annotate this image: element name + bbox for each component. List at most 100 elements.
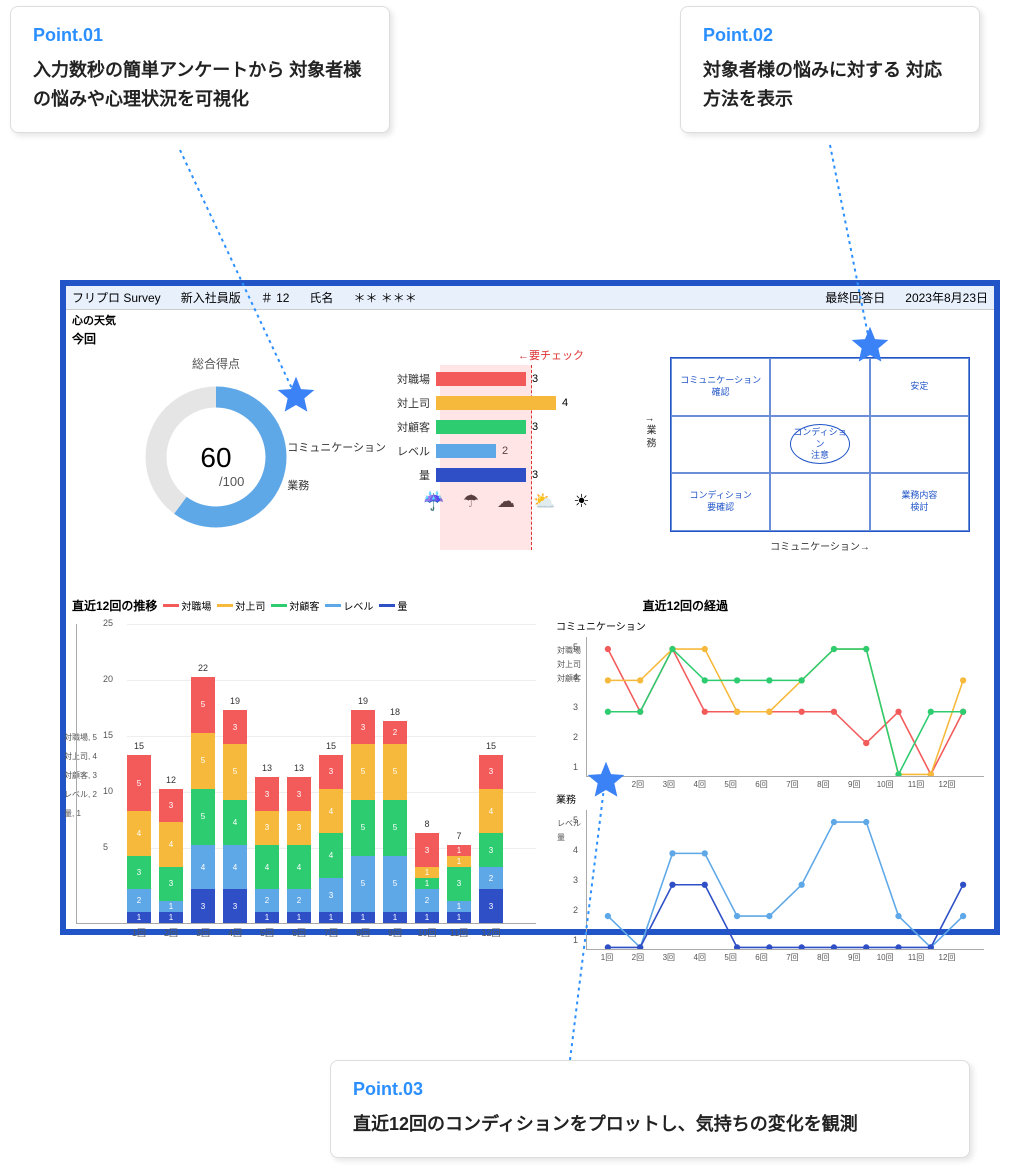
matrix-chart: ↑ 業 務 コミュニケーション確認安定コンディション注意コンディション要確認業務… (646, 347, 994, 597)
point-02-label: Point.02 (703, 25, 957, 46)
hbar-bar (436, 396, 556, 410)
hbar-row: 対顧客 3 (366, 419, 646, 435)
point-03-label: Point.03 (353, 1079, 947, 1100)
stacked-seg: 4 (127, 811, 151, 856)
stacked-total: 12 (166, 775, 176, 785)
gauge-title: 総合得点 (66, 355, 366, 372)
hbar-bar (436, 420, 526, 434)
stacked-seg: 1 (383, 912, 407, 923)
stacked-seg: 3 (159, 867, 183, 901)
stacked-seg: 1 (415, 912, 439, 923)
hbar-value: 3 (532, 469, 538, 481)
stacked-total: 13 (262, 763, 272, 773)
stacked-seg: 5 (383, 800, 407, 856)
point-01-label: Point.01 (33, 25, 367, 46)
check-label: ←要チェック (456, 347, 646, 363)
stacked-xlabel: 7回 (324, 926, 338, 939)
stacked-seg: 5 (127, 755, 151, 811)
stacked-seg: 3 (479, 889, 503, 923)
stacked-seg: 4 (191, 845, 215, 890)
stacked-col: 12113 8 10回 (415, 833, 439, 923)
stacked-seg: 5 (383, 856, 407, 912)
stacked-seg: 3 (319, 878, 343, 912)
hbar-row: 量 3 (366, 467, 646, 483)
stacked-total: 15 (134, 741, 144, 751)
legend-item: レベル (325, 598, 373, 613)
hbar-value: 3 (532, 421, 538, 433)
legend-item: 量 (379, 598, 407, 613)
stacked-seg: 2 (383, 721, 407, 743)
stacked-seg: 1 (447, 901, 471, 912)
hbar-value: 3 (532, 373, 538, 385)
name-label: 氏名 (309, 289, 333, 306)
stacked-seg: 1 (159, 901, 183, 912)
date-value: 2023年8月23日 (905, 289, 988, 306)
stacked-xlabel: 2回 (164, 926, 178, 939)
trend-title: 直近12回の推移 (66, 597, 163, 614)
progress-title: 直近12回の経過 (637, 597, 734, 614)
hbar-label: 対顧客 (366, 419, 436, 435)
mini-legend: 量 (557, 832, 565, 843)
stacked-xlabel: 10回 (417, 926, 436, 939)
stacked-col: 12433 13 6回 (287, 777, 311, 923)
legend-item: 対顧客 (271, 598, 319, 613)
callout-point-03: Point.03 直近12回のコンディションをプロットし、気持ちの変化を観測 (330, 1060, 970, 1158)
matrix-y-axis: ↑ 業 務 (642, 417, 657, 448)
stacked-col: 34453 19 4回 (223, 710, 247, 923)
stacked-total: 15 (326, 741, 336, 751)
comm-line-chart: 123451回2回3回4回5回6回7回8回9回10回11回12回対職場対上司対顧… (586, 637, 984, 777)
stacked-seg: 4 (319, 789, 343, 834)
star-icon (586, 760, 626, 800)
stacked-seg: 1 (447, 845, 471, 856)
stacked-seg: 2 (479, 867, 503, 889)
stacked-seg: 4 (319, 833, 343, 878)
stacked-seg: 1 (319, 912, 343, 923)
point-02-text: 対象者様の悩みに対する 対応方法を表示 (703, 56, 957, 114)
stacked-seg: 5 (223, 744, 247, 800)
gauge-denom: /100 (219, 474, 244, 489)
stacked-xlabel: 8回 (356, 926, 370, 939)
stacked-seg: 3 (447, 867, 471, 901)
stacked-seg: 1 (415, 867, 439, 878)
stacked-col: 34555 22 3回 (191, 677, 215, 923)
dashboard-panel: フリプロ Survey 新入社員版 ＃ 12 氏名 ＊＊ ＊＊＊ 最終回答日 2… (60, 280, 1000, 935)
edition: 新入社員版 (181, 289, 241, 306)
stacked-xlabel: 12回 (481, 926, 500, 939)
stacked-seg: 4 (223, 845, 247, 890)
stacked-xlabel: 6回 (292, 926, 306, 939)
stacked-col: 11343 12 2回 (159, 789, 183, 923)
gauge-value: 60 (200, 442, 231, 473)
stacked-seg: 3 (351, 710, 375, 744)
star-icon (850, 325, 890, 365)
matrix-cell (870, 416, 969, 474)
stacked-total: 22 (198, 663, 208, 673)
stacked-seg: 3 (287, 811, 311, 845)
matrix-cell: 安定 (870, 358, 969, 416)
stacked-seg: 2 (255, 889, 279, 911)
stacked-seg: 1 (255, 912, 279, 923)
matrix-cell (770, 358, 869, 416)
mini-legend: 対上司 (557, 659, 581, 670)
stacked-seg: 4 (255, 845, 279, 890)
stacked-seg: 3 (255, 777, 279, 811)
hbar-label: 対上司 (366, 395, 436, 411)
stacked-seg: 3 (255, 811, 279, 845)
point-01-text: 入力数秒の簡単アンケートから 対象者様の悩みや心理状況を可視化 (33, 56, 367, 114)
stacked-seg: 5 (191, 733, 215, 789)
id-value: 12 (276, 291, 289, 305)
matrix-cell (671, 416, 770, 474)
sun-icon: ☀ (573, 491, 589, 512)
callout-point-02: Point.02 対象者様の悩みに対する 対応方法を表示 (680, 6, 980, 133)
stacked-seg: 5 (351, 856, 375, 912)
stacked-seg: 1 (287, 912, 311, 923)
app-name: フリプロ Survey (72, 289, 161, 306)
stacked-seg: 1 (415, 878, 439, 889)
stacked-seg: 1 (447, 912, 471, 923)
stacked-seg: 3 (415, 833, 439, 867)
stacked-col: 15553 19 8回 (351, 710, 375, 923)
hbar-label: 対職場 (366, 371, 436, 387)
stacked-col: 32343 15 12回 (479, 755, 503, 923)
gauge-chart: 総合得点 60 /100 コミュニケーション 業務 (66, 347, 366, 597)
current-bars-chart: ←要チェック 対職場 3 対上司 4 対顧客 3 レベル 2 量 3 ☔☂☁⛅☀ (366, 347, 646, 597)
stacked-seg: 3 (287, 777, 311, 811)
